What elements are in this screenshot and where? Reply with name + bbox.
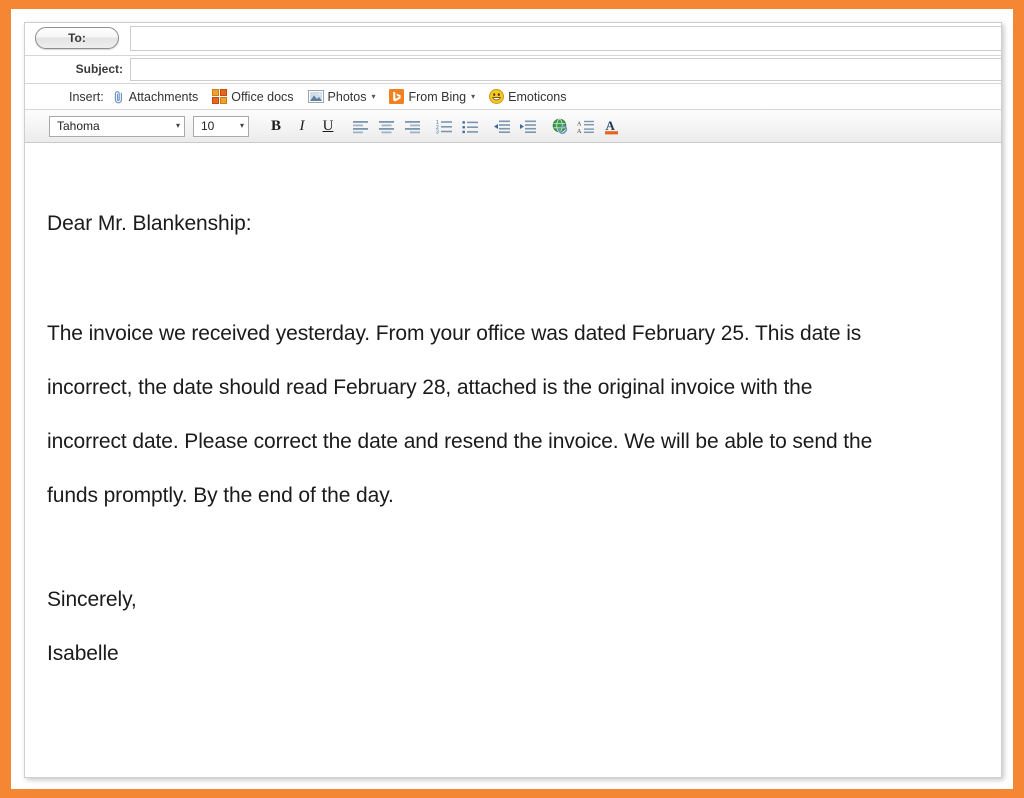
email-compose-window: To: Subject: Insert: Attachments Office … bbox=[24, 22, 1002, 778]
message-body[interactable]: Dear Mr. Blankenship: The invoice we rec… bbox=[25, 145, 1001, 777]
decrease-indent-button[interactable] bbox=[491, 115, 513, 137]
font-color-button[interactable]: A bbox=[601, 115, 623, 137]
font-size-value: 10 bbox=[201, 119, 215, 133]
chevron-down-icon[interactable]: ▾ bbox=[371, 92, 375, 101]
to-button[interactable]: To: bbox=[35, 27, 119, 49]
align-left-button[interactable] bbox=[349, 115, 371, 137]
insert-office-docs-label: Office docs bbox=[231, 89, 294, 104]
insert-attachments-label: Attachments bbox=[128, 89, 199, 104]
subject-input[interactable] bbox=[130, 58, 1001, 81]
message-line: funds promptly. By the end of the day. bbox=[47, 484, 394, 507]
message-closing: Sincerely, bbox=[47, 588, 137, 611]
insert-row: Insert: Attachments Office docs Photos ▾… bbox=[25, 84, 1001, 110]
line-spacing-button[interactable]: A A bbox=[575, 115, 597, 137]
insert-attachments-button[interactable]: Attachments bbox=[113, 90, 198, 104]
insert-emoticons-label: Emoticons bbox=[508, 89, 567, 104]
insert-label: Insert: bbox=[69, 89, 104, 104]
insert-link-button[interactable] bbox=[549, 115, 571, 137]
chevron-down-icon[interactable]: ▾ bbox=[471, 92, 475, 101]
font-family-value: Tahoma bbox=[57, 119, 100, 133]
message-line: The invoice we received yesterday. From … bbox=[47, 322, 862, 345]
message-signature: Isabelle bbox=[47, 642, 119, 665]
message-line: incorrect, the date should read February… bbox=[47, 376, 813, 399]
svg-text:A: A bbox=[606, 118, 616, 133]
italic-button[interactable]: I bbox=[291, 115, 313, 137]
increase-indent-button[interactable] bbox=[517, 115, 539, 137]
svg-text:3: 3 bbox=[436, 129, 439, 133]
font-family-select[interactable]: Tahoma ▾ bbox=[49, 115, 185, 137]
message-line: incorrect date. Please correct the date … bbox=[47, 430, 873, 453]
to-input[interactable] bbox=[130, 26, 1001, 51]
insert-from-bing-button[interactable]: From Bing ▾ bbox=[389, 89, 475, 104]
insert-photos-label: Photos bbox=[327, 89, 367, 104]
format-toolbar: Tahoma ▾ 10 ▾ B I U 1 2 3 A A A bbox=[25, 110, 1001, 143]
svg-text:A: A bbox=[577, 121, 582, 127]
font-size-select[interactable]: 10 ▾ bbox=[193, 115, 249, 137]
bulleted-list-button[interactable] bbox=[459, 115, 481, 137]
to-button-label: To: bbox=[68, 31, 86, 45]
photos-icon bbox=[307, 90, 324, 103]
insert-office-docs-button[interactable]: Office docs bbox=[212, 89, 294, 104]
compose-header: To: Subject: Insert: Attachments Office … bbox=[25, 23, 1001, 143]
to-row: To: bbox=[25, 23, 1001, 56]
subject-label: Subject: bbox=[75, 62, 123, 76]
emoticons-icon bbox=[489, 89, 505, 104]
bing-icon bbox=[389, 89, 405, 104]
underline-button[interactable]: U bbox=[317, 115, 339, 137]
chevron-down-icon: ▾ bbox=[239, 121, 244, 130]
insert-photos-button[interactable]: Photos ▾ bbox=[307, 89, 375, 104]
insert-from-bing-label: From Bing bbox=[408, 89, 467, 104]
office-docs-icon bbox=[212, 89, 228, 104]
insert-emoticons-button[interactable]: Emoticons bbox=[489, 89, 567, 104]
orange-frame: To: Subject: Insert: Attachments Office … bbox=[0, 0, 1024, 798]
message-salutation: Dear Mr. Blankenship: bbox=[47, 212, 252, 235]
paperclip-icon bbox=[113, 90, 125, 104]
align-right-button[interactable] bbox=[401, 115, 423, 137]
align-center-button[interactable] bbox=[375, 115, 397, 137]
numbered-list-button[interactable]: 1 2 3 bbox=[433, 115, 455, 137]
subject-row: Subject: bbox=[25, 56, 1001, 84]
chevron-down-icon: ▾ bbox=[175, 121, 180, 130]
svg-text:A: A bbox=[577, 129, 582, 134]
bold-button[interactable]: B bbox=[265, 115, 287, 137]
